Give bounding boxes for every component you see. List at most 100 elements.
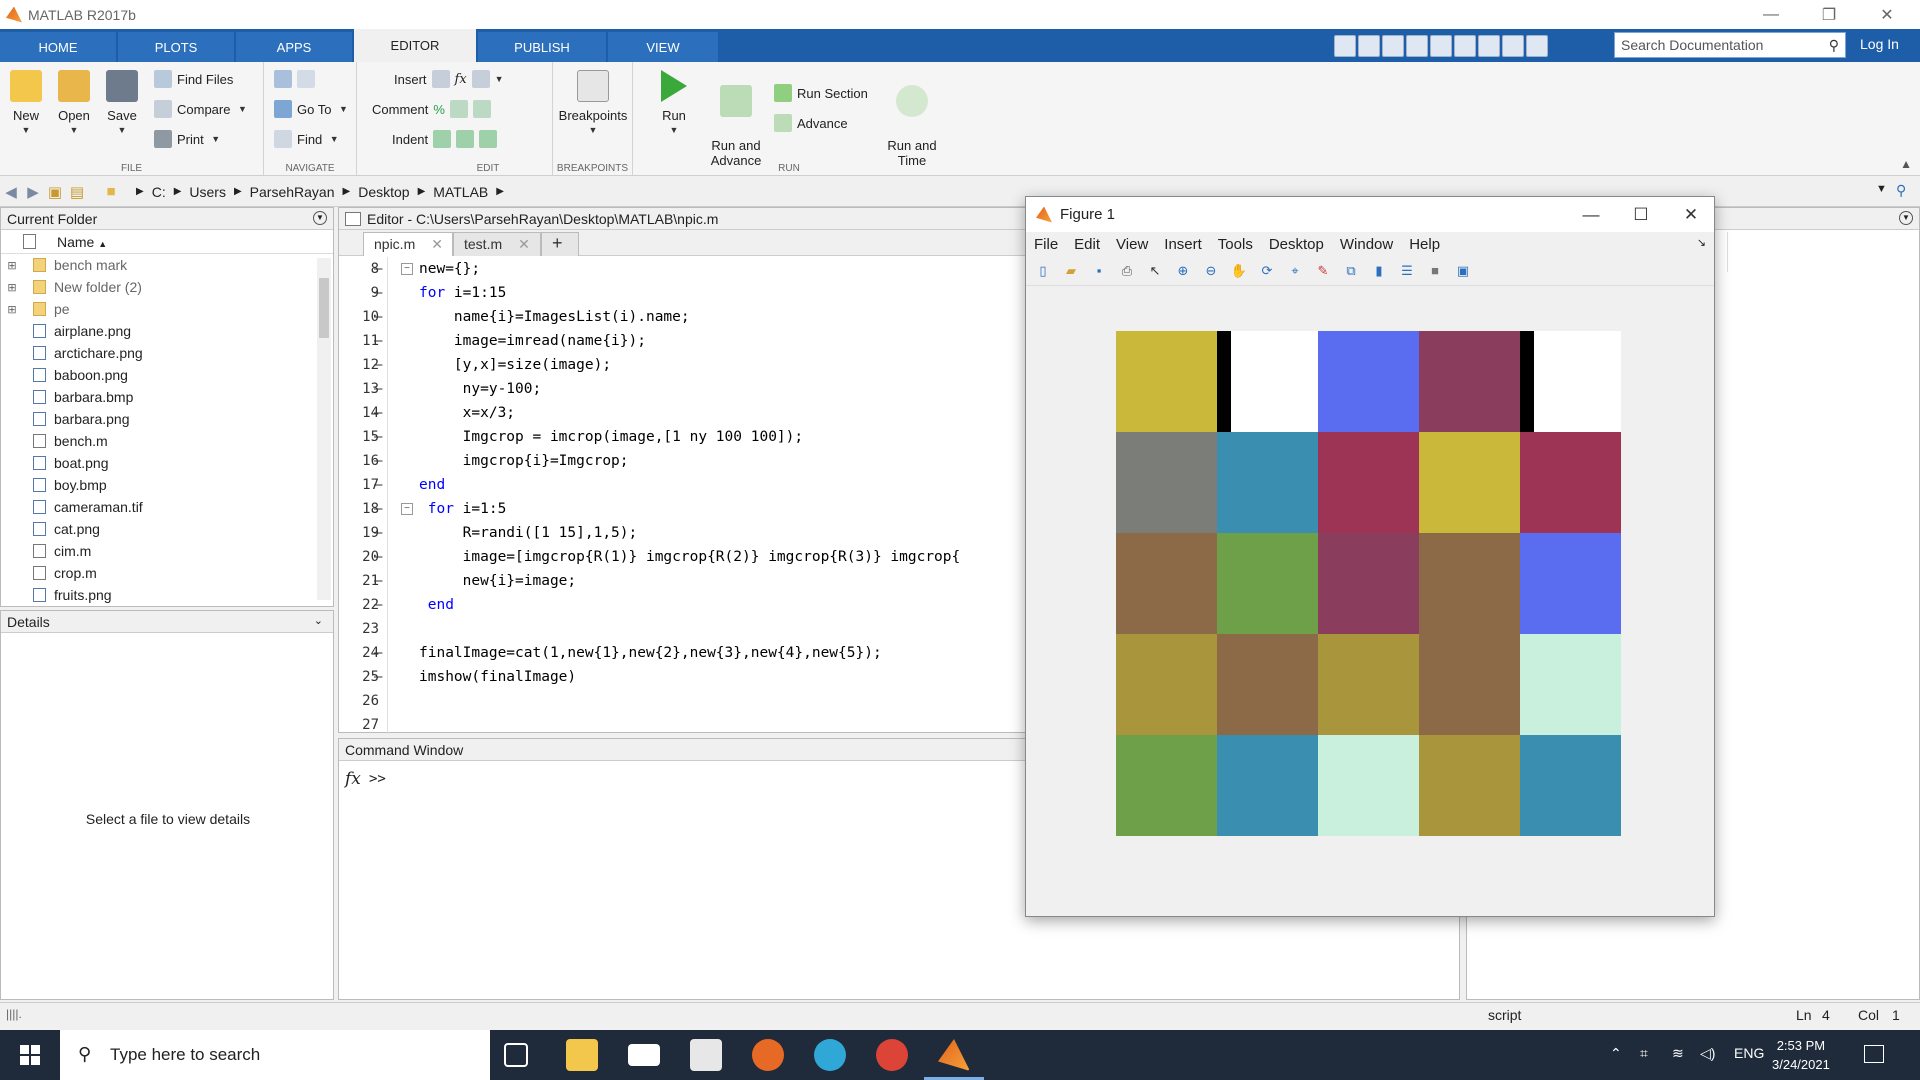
details-header[interactable]: Details ⌄: [1, 611, 333, 633]
print-icon[interactable]: ⎙: [1116, 260, 1138, 282]
menu-edit[interactable]: Edit: [1074, 236, 1100, 253]
menu-insert[interactable]: Insert: [1164, 236, 1202, 253]
new-figure-icon[interactable]: ▯: [1032, 260, 1054, 282]
list-item[interactable]: barbara.bmp: [1, 386, 333, 408]
find-button[interactable]: Find ▼: [274, 130, 339, 148]
data-cursor-icon[interactable]: ⌖: [1284, 260, 1306, 282]
rotate-icon[interactable]: ⟳: [1256, 260, 1278, 282]
list-item[interactable]: boat.png: [1, 452, 333, 474]
run-button[interactable]: Run ▼: [654, 70, 694, 138]
wrap-comment-icon[interactable]: [472, 100, 491, 118]
expand-icon[interactable]: ⊞: [5, 259, 19, 272]
search-icon[interactable]: ⚲: [1829, 37, 1839, 54]
address-dropdown-icon[interactable]: ▼: [1876, 183, 1887, 195]
matlab-taskbar-icon[interactable]: [938, 1039, 970, 1071]
fx-icon[interactable]: fx: [455, 72, 467, 87]
list-item[interactable]: ⊞ New folder (2): [1, 276, 333, 298]
login-link[interactable]: Log In: [1860, 36, 1899, 52]
menu-desktop[interactable]: Desktop: [1269, 236, 1324, 253]
save-button[interactable]: Save ▼: [104, 70, 140, 138]
tab-view[interactable]: VIEW: [608, 32, 718, 62]
fx-icon[interactable]: fx: [345, 769, 361, 789]
name-column-header[interactable]: Name ▲: [1, 230, 333, 254]
tab-plots[interactable]: PLOTS: [118, 32, 234, 62]
run-section-button[interactable]: Run Section: [774, 84, 868, 102]
search-folder-icon[interactable]: ⚲: [1896, 182, 1906, 199]
save-icon[interactable]: ▪: [1088, 260, 1110, 282]
menu-view[interactable]: View: [1116, 236, 1148, 253]
close-icon[interactable]: ✕: [1864, 0, 1910, 29]
run-and-advance-button[interactable]: Run and Advance: [706, 70, 766, 168]
toolbar-icon[interactable]: [1334, 34, 1356, 57]
redo-icon[interactable]: [1478, 34, 1500, 57]
brush-icon[interactable]: ✎: [1312, 260, 1334, 282]
list-item[interactable]: cim.m: [1, 540, 333, 562]
link-icon[interactable]: ⧉: [1340, 260, 1362, 282]
breadcrumb-c[interactable]: C:: [152, 184, 166, 200]
list-item[interactable]: boy.bmp: [1, 474, 333, 496]
menu-tools[interactable]: Tools: [1218, 236, 1253, 253]
switch-windows-icon[interactable]: [1502, 34, 1524, 57]
open-button[interactable]: Open ▼: [56, 70, 92, 138]
cut-icon[interactable]: [1382, 34, 1404, 57]
restore-icon[interactable]: ❐: [1806, 0, 1852, 29]
advance-button[interactable]: Advance: [774, 114, 848, 132]
chevron-up-icon[interactable]: ⌃: [1610, 1045, 1622, 1062]
volume-icon[interactable]: ◁): [1700, 1045, 1715, 1062]
list-item[interactable]: crop.m: [1, 562, 333, 584]
new-tab-button[interactable]: +: [541, 232, 579, 256]
breakpoints-button[interactable]: Breakpoints ▼: [553, 70, 633, 138]
back-icon[interactable]: ◀: [0, 183, 22, 201]
indent-icon[interactable]: [433, 130, 452, 148]
search-documentation-input[interactable]: Search Documentation ⚲: [1614, 32, 1846, 58]
tab-editor[interactable]: EDITOR: [354, 29, 476, 62]
edge-icon[interactable]: [814, 1039, 846, 1071]
language-indicator[interactable]: ENG: [1734, 1045, 1764, 1061]
list-item[interactable]: ⊞ bench mark: [1, 254, 333, 276]
scrollbar[interactable]: [317, 258, 331, 600]
close-tab-icon[interactable]: ✕: [431, 236, 443, 252]
expand-icon[interactable]: ⊞: [5, 303, 19, 316]
taskbar-search[interactable]: ⚲ Type here to search: [60, 1030, 490, 1080]
find-files-button[interactable]: Find Files: [154, 70, 233, 88]
network-icon[interactable]: ⌗: [1640, 1045, 1648, 1062]
notifications-icon[interactable]: [1864, 1045, 1884, 1063]
minimize-icon[interactable]: —: [1748, 0, 1794, 29]
start-button[interactable]: [0, 1030, 60, 1080]
increase-indent-icon[interactable]: [456, 130, 475, 148]
back-forward-buttons[interactable]: [274, 70, 315, 88]
list-item[interactable]: cameraman.tif: [1, 496, 333, 518]
uncomment-icon[interactable]: [449, 100, 468, 118]
undo-icon[interactable]: [1454, 34, 1476, 57]
tab-npic[interactable]: npic.m ✕: [363, 232, 453, 256]
insert-button[interactable]: Insert fx ▼: [394, 70, 504, 88]
tab-publish[interactable]: PUBLISH: [478, 32, 606, 62]
task-view-icon[interactable]: [504, 1043, 528, 1067]
menu-help[interactable]: Help: [1409, 236, 1440, 253]
tab-test[interactable]: test.m ✕: [453, 232, 541, 256]
list-item[interactable]: cat.png: [1, 518, 333, 540]
browse-folder-icon[interactable]: ▤: [66, 183, 88, 201]
expand-icon[interactable]: ⊞: [5, 281, 19, 294]
hide-plot-tools-icon[interactable]: ■: [1424, 260, 1446, 282]
forward-icon[interactable]: ▶: [22, 183, 44, 201]
legend-icon[interactable]: ☰: [1396, 260, 1418, 282]
panel-actions-icon[interactable]: ▼: [1899, 211, 1913, 225]
go-to-button[interactable]: Go To ▼: [274, 100, 348, 118]
fold-icon[interactable]: −: [401, 263, 413, 275]
pan-icon[interactable]: ✋: [1228, 260, 1250, 282]
tab-home[interactable]: HOME: [0, 32, 116, 62]
breadcrumb-users[interactable]: Users: [189, 184, 226, 200]
close-tab-icon[interactable]: ✕: [518, 236, 530, 252]
list-item[interactable]: barbara.png: [1, 408, 333, 430]
list-item[interactable]: ⊞ pe: [1, 298, 333, 320]
breadcrumb-matlab[interactable]: MATLAB: [433, 184, 488, 200]
chrome-icon[interactable]: [876, 1039, 908, 1071]
open-icon[interactable]: ▰: [1060, 260, 1082, 282]
compare-button[interactable]: Compare ▼: [154, 100, 247, 118]
indent-button[interactable]: Indent: [392, 130, 498, 148]
list-item[interactable]: arctichare.png: [1, 342, 333, 364]
zoom-in-icon[interactable]: ⊕: [1172, 260, 1194, 282]
colorbar-icon[interactable]: ▮: [1368, 260, 1390, 282]
function-icon[interactable]: [471, 70, 490, 88]
